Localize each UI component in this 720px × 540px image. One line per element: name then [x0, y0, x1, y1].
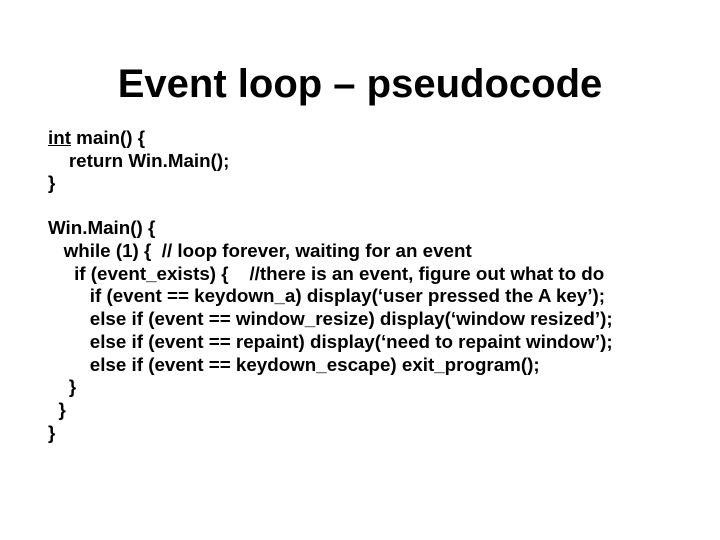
main-close: } — [48, 172, 55, 193]
main-sig-rest: main() { — [71, 127, 145, 148]
code-block-winmain: Win.Main() { while (1) { // loop forever… — [0, 217, 720, 444]
winmain-keydown-escape: else if (event == keydown_escape) exit_p… — [48, 354, 540, 375]
code-block-main: int main() { return Win.Main(); } — [0, 127, 720, 195]
main-int-keyword: int — [48, 127, 71, 148]
slide-title: Event loop – pseudocode — [0, 0, 720, 127]
winmain-if-exists: if (event_exists) { //there is an event,… — [48, 263, 604, 284]
main-return: return Win.Main(); — [48, 150, 229, 171]
winmain-keydown-a: if (event == keydown_a) display(‘user pr… — [48, 285, 605, 306]
winmain-sig: Win.Main() { — [48, 217, 155, 238]
winmain-while: while (1) { // loop forever, waiting for… — [48, 240, 472, 261]
winmain-window-resize: else if (event == window_resize) display… — [48, 308, 613, 329]
winmain-close-while: } — [48, 399, 66, 420]
winmain-close-if: } — [48, 376, 76, 397]
winmain-repaint: else if (event == repaint) display(‘need… — [48, 331, 613, 352]
winmain-close-fn: } — [48, 422, 55, 443]
spacer — [0, 195, 720, 217]
slide: Event loop – pseudocode int main() { ret… — [0, 0, 720, 540]
